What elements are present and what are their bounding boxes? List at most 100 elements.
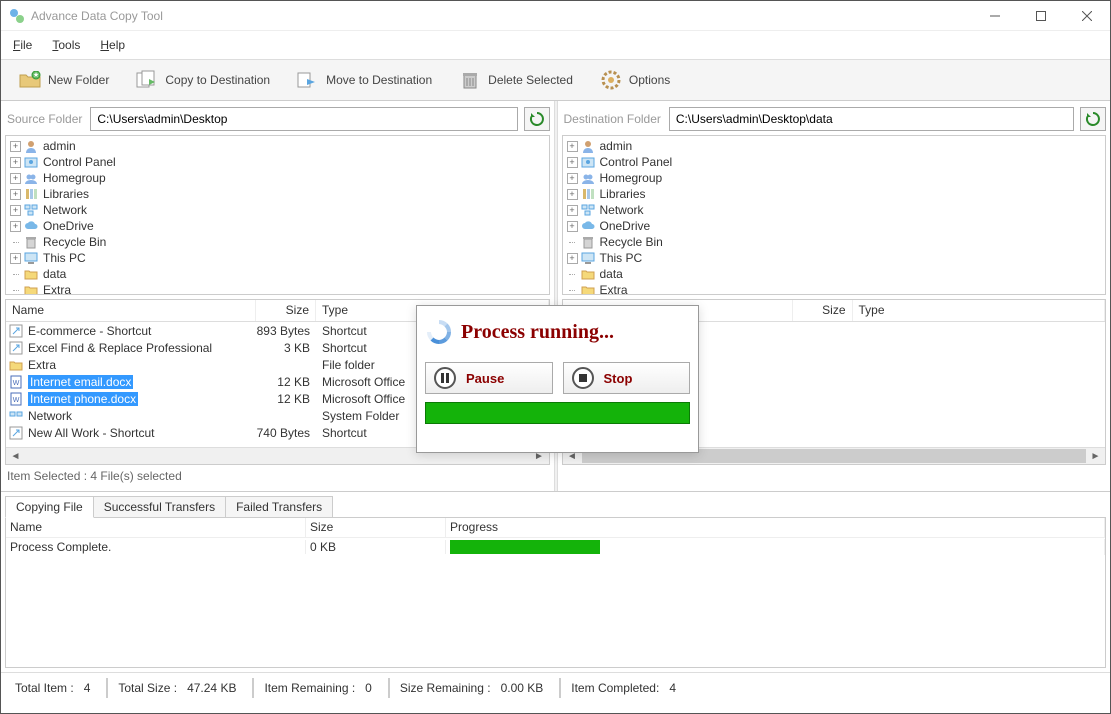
expander-icon[interactable]: + [10,189,21,200]
expander-icon[interactable]: + [567,189,578,200]
status-bar: Total Item :4 Total Size :47.24 KB Item … [1,672,1110,702]
tree-item[interactable]: + Control Panel [6,154,549,170]
delete-button[interactable]: Delete Selected [447,63,584,97]
expander-icon[interactable] [567,237,578,248]
item-completed-label: Item Completed: [571,681,659,695]
tab-failed[interactable]: Failed Transfers [225,496,333,518]
expander-icon[interactable] [567,269,578,280]
cpl-icon [580,155,596,169]
copy-icon [135,68,159,92]
tree-item[interactable]: +Network [563,202,1106,218]
spinner-icon [425,318,453,346]
tab-successful[interactable]: Successful Transfers [93,496,226,518]
dialog-progress-bar [425,402,690,424]
tree-item-label: Recycle Bin [41,235,106,249]
bin-icon [580,235,596,249]
expander-icon[interactable]: + [10,157,21,168]
xcol-size[interactable]: Size [306,518,446,537]
xcol-name[interactable]: Name [6,518,306,537]
source-tree[interactable]: +admin+Control Panel+Homegroup+Libraries… [5,135,550,295]
tree-item[interactable]: + Control Panel [563,154,1106,170]
expander-icon[interactable]: + [10,173,21,184]
stop-button[interactable]: Stop [563,362,691,394]
menu-tools[interactable]: Tools [52,38,80,52]
file-name: Extra [28,358,56,372]
tree-item[interactable]: +Network [6,202,549,218]
dialog-title: Process running... [461,321,614,344]
tree-item-label: Recycle Bin [598,235,663,249]
expander-icon[interactable]: + [567,221,578,232]
destination-path-input[interactable] [669,107,1074,131]
tree-item[interactable]: + Libraries [6,186,549,202]
tree-item[interactable]: +Homegroup [6,170,549,186]
tree-item[interactable]: data [563,266,1106,282]
tree-item[interactable]: +This PC [6,250,549,266]
tree-item[interactable]: +OneDrive [6,218,549,234]
pause-button[interactable]: Pause [425,362,553,394]
svg-text:W: W [13,380,20,387]
tree-item[interactable]: Extra [563,282,1106,294]
tree-item-label: admin [41,139,76,153]
tree-item[interactable]: Extra [6,282,549,294]
transfer-table: Name Size Progress Process Complete. 0 K… [5,517,1106,668]
copy-button[interactable]: Copy to Destination [124,63,281,97]
source-refresh-button[interactable] [524,107,550,131]
net-icon [580,203,596,217]
pause-icon [434,367,456,389]
expander-icon[interactable]: + [10,141,21,152]
expander-icon[interactable]: + [567,173,578,184]
menu-help[interactable]: Help [100,38,125,52]
tree-item[interactable]: data [6,266,549,282]
tree-item[interactable]: +OneDrive [563,218,1106,234]
file-size: 740 Bytes [256,426,316,440]
col-size[interactable]: Size [256,300,316,321]
expander-icon[interactable]: + [10,253,21,264]
item-remaining-value: 0 [365,681,372,695]
expander-icon[interactable] [10,237,21,248]
expander-icon[interactable]: + [567,253,578,264]
tree-item[interactable]: +Libraries [563,186,1106,202]
new-folder-button[interactable]: ★ New Folder [7,63,120,97]
expander-icon[interactable]: + [567,205,578,216]
expander-icon[interactable]: + [10,205,21,216]
netf-icon [8,409,24,423]
expander-icon[interactable]: + [567,157,578,168]
expander-icon[interactable]: + [10,221,21,232]
move-icon [296,68,320,92]
expander-icon[interactable] [10,285,21,295]
delete-label: Delete Selected [488,73,573,87]
xcol-progress[interactable]: Progress [446,518,1105,537]
doc-icon: W [8,375,24,389]
tree-item-label: Control Panel [41,155,116,169]
menu-file[interactable]: File [13,38,32,52]
destination-refresh-button[interactable] [1080,107,1106,131]
tree-item[interactable]: +admin [563,138,1106,154]
tree-item[interactable]: + admin [6,138,549,154]
tab-copying[interactable]: Copying File [5,496,94,518]
tree-item-label: Control Panel [598,155,673,169]
expander-icon[interactable] [10,269,21,280]
file-name: Internet email.docx [28,375,133,389]
tree-item[interactable]: +This PC [563,250,1106,266]
expander-icon[interactable] [567,285,578,295]
tree-item[interactable]: Recycle Bin [563,234,1106,250]
tree-item-label: Homegroup [598,171,663,185]
minimize-button[interactable] [972,1,1018,31]
col-size[interactable]: Size [793,300,853,321]
tree-item-label: Libraries [41,187,89,201]
file-name: Internet phone.docx [28,392,138,406]
tree-item[interactable]: Recycle Bin [6,234,549,250]
total-item-label: Total Item : [15,681,74,695]
options-button[interactable]: Options [588,63,681,97]
transfer-row[interactable]: Process Complete. 0 KB [6,538,1105,556]
expander-icon[interactable]: + [567,141,578,152]
move-button[interactable]: Move to Destination [285,63,443,97]
maximize-button[interactable] [1018,1,1064,31]
tree-item[interactable]: + Homegroup [563,170,1106,186]
col-name[interactable]: Name [6,300,256,321]
destination-tree[interactable]: +admin+Control Panel+Homegroup+Libraries… [562,135,1107,295]
source-path-input[interactable] [90,107,517,131]
tree-item-label: data [41,267,66,281]
col-type[interactable]: Type [853,300,1106,321]
close-button[interactable] [1064,1,1110,31]
